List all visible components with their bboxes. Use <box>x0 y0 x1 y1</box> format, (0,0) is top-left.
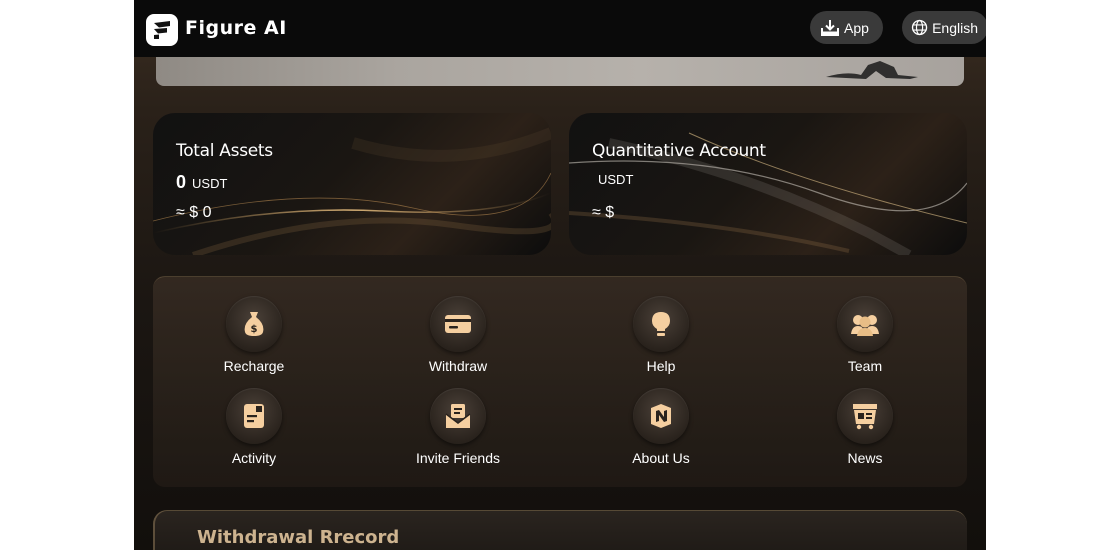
menu-about-us-label: About Us <box>632 450 690 466</box>
quant-account-title: Quantitative Account <box>592 141 766 161</box>
download-icon <box>821 19 839 36</box>
menu-team-label: Team <box>847 358 883 374</box>
menu-withdraw[interactable]: Withdraw <box>388 296 528 374</box>
total-assets-unit: USDT <box>192 176 228 191</box>
card-icon <box>430 296 486 352</box>
quant-account-unit: USDT <box>598 172 634 187</box>
news-cart-icon <box>837 388 893 444</box>
total-assets-value: 0 <box>176 172 187 192</box>
brand-name: Figure AI <box>185 17 287 39</box>
menu-help[interactable]: Help <box>591 296 731 374</box>
total-assets-usd: ≈ $ 0 <box>176 204 212 221</box>
total-assets-amount: 0 USDT <box>176 172 227 193</box>
menu-help-label: Help <box>646 358 676 374</box>
globe-icon <box>911 19 928 36</box>
menu-invite-friends-label: Invite Friends <box>415 450 501 466</box>
withdrawal-record-panel[interactable]: Withdrawal Rrecord <box>153 510 967 550</box>
banner-figure-shape <box>826 61 918 79</box>
money-bag-icon: $ <box>226 296 282 352</box>
quantitative-account-card[interactable]: Quantitative Account USDT ≈ $ <box>569 113 967 255</box>
total-assets-title: Total Assets <box>176 141 273 161</box>
document-icon <box>226 388 282 444</box>
menu-activity-label: Activity <box>231 450 277 466</box>
team-icon <box>837 296 893 352</box>
total-assets-card[interactable]: Total Assets 0 USDT ≈ $ 0 <box>153 113 551 255</box>
quick-menu: $ Recharge Withdraw Help Team Activity I… <box>153 276 967 487</box>
menu-recharge-label: Recharge <box>223 358 285 374</box>
language-button-label: English <box>932 19 978 36</box>
svg-text:$: $ <box>251 324 258 335</box>
top-header: Figure AI App English <box>134 0 986 57</box>
menu-about-us[interactable]: About Us <box>591 388 731 466</box>
quant-account-usd: ≈ $ <box>592 204 615 221</box>
app-button-label: App <box>844 19 869 36</box>
menu-news-label: News <box>847 450 883 466</box>
lightbulb-icon <box>633 296 689 352</box>
menu-news[interactable]: News <box>795 388 935 466</box>
menu-activity[interactable]: Activity <box>184 388 324 466</box>
logo-n-icon <box>633 388 689 444</box>
menu-team[interactable]: Team <box>795 296 935 374</box>
menu-invite-friends[interactable]: Invite Friends <box>388 388 528 466</box>
menu-recharge[interactable]: $ Recharge <box>184 296 324 374</box>
language-button[interactable]: English <box>902 11 986 44</box>
banner-image[interactable] <box>156 57 964 86</box>
envelope-icon <box>430 388 486 444</box>
quant-account-amount: USDT <box>592 172 633 187</box>
download-app-button[interactable]: App <box>810 11 883 44</box>
withdrawal-record-title: Withdrawal Rrecord <box>197 527 400 548</box>
menu-withdraw-label: Withdraw <box>428 358 488 374</box>
brand-logo-icon <box>146 14 178 46</box>
app-frame: Figure AI App English Total Assets 0 USD… <box>134 0 986 550</box>
